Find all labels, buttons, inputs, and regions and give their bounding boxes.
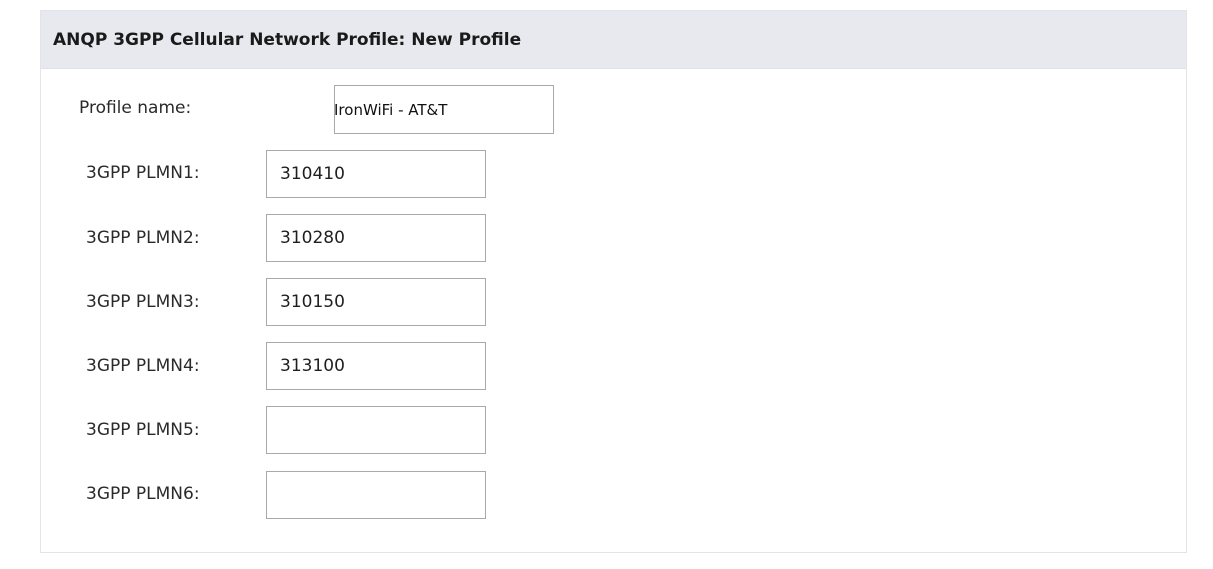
plmn2-input[interactable] <box>266 214 486 262</box>
panel-title: ANQP 3GPP Cellular Network Profile: New … <box>53 29 522 50</box>
profile-name-input[interactable] <box>334 85 554 134</box>
plmn5-label: 3GPP PLMN5: <box>86 420 200 440</box>
plmn3-label: 3GPP PLMN3: <box>86 292 200 312</box>
plmn2-label: 3GPP PLMN2: <box>86 228 200 248</box>
profile-panel: ANQP 3GPP Cellular Network Profile: New … <box>40 10 1187 553</box>
plmn6-label: 3GPP PLMN6: <box>86 484 200 504</box>
plmn3-input[interactable] <box>266 278 486 326</box>
plmn4-label: 3GPP PLMN4: <box>86 356 200 376</box>
profile-name-label: Profile name: <box>79 98 192 118</box>
plmn5-input[interactable] <box>266 406 486 454</box>
plmn6-input[interactable] <box>266 471 486 519</box>
plmn4-input[interactable] <box>266 342 486 390</box>
plmn1-input[interactable] <box>266 150 486 198</box>
plmn1-label: 3GPP PLMN1: <box>86 163 200 183</box>
panel-header: ANQP 3GPP Cellular Network Profile: New … <box>41 11 1186 69</box>
